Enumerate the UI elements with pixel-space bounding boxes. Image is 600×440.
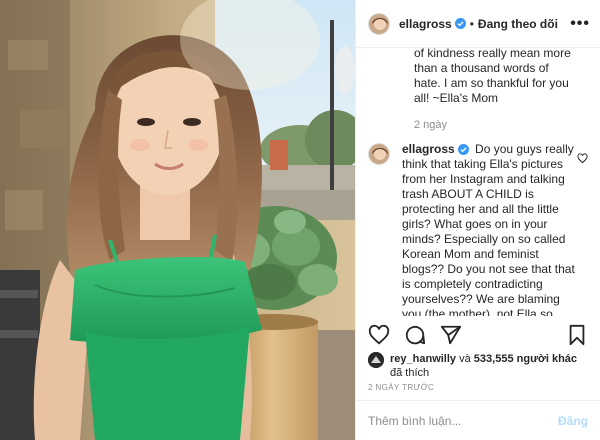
post-photo[interactable] (0, 0, 355, 440)
add-comment-bar: Đăng (356, 400, 600, 440)
likes-connector: và (459, 353, 471, 365)
comment-text: Do you guys really think that taking Ell… (402, 142, 575, 316)
bookmark-icon[interactable] (566, 324, 588, 346)
post-actions (356, 322, 600, 348)
post-header: ellagross • Đang theo dõi ••• (356, 0, 600, 48)
commenter-avatar[interactable] (368, 143, 390, 165)
girl-portrait-image (0, 0, 355, 440)
author-username[interactable]: ellagross (399, 17, 452, 31)
more-options-icon[interactable]: ••• (570, 15, 590, 33)
verified-badge-icon (454, 18, 466, 29)
comments-list[interactable]: of kindness really mean more than a thou… (356, 48, 600, 316)
likes-summary: rey_hanwilly và 533,555 người khác đã th… (368, 352, 588, 380)
liker-username[interactable]: rey_hanwilly (390, 353, 456, 365)
previous-comment-time[interactable]: 2 ngày (368, 119, 588, 131)
likes-suffix: đã thích (390, 367, 430, 379)
heart-icon[interactable] (368, 324, 390, 346)
author-avatar[interactable] (368, 12, 390, 35)
comment-body: ellagross Do you guys really think that … (402, 142, 578, 316)
likes-count[interactable]: 533,555 (474, 353, 514, 365)
heart-icon[interactable] (577, 153, 588, 164)
post-comment-button[interactable]: Đăng (558, 414, 588, 428)
comment-input[interactable] (368, 413, 558, 428)
previous-comment-text: of kindness really mean more than a thou… (414, 48, 571, 105)
comment-item: ellagross Do you guys really think that … (368, 142, 588, 316)
following-button[interactable]: Đang theo dõi (478, 17, 558, 31)
liker-avatar[interactable] (368, 352, 384, 368)
likes-text: rey_hanwilly và 533,555 người khác đã th… (390, 352, 577, 380)
comment-icon[interactable] (404, 324, 426, 346)
separator-dot: • (469, 16, 474, 31)
post-timestamp[interactable]: 2 NGÀY TRƯỚC (368, 383, 434, 392)
commenter-username[interactable]: ellagross (402, 142, 455, 156)
likes-others-label[interactable]: người khác (517, 353, 577, 365)
verified-badge-icon (457, 144, 469, 156)
post-detail-panel: ellagross • Đang theo dõi ••• of kindnes… (355, 0, 600, 440)
share-icon[interactable] (440, 324, 462, 346)
